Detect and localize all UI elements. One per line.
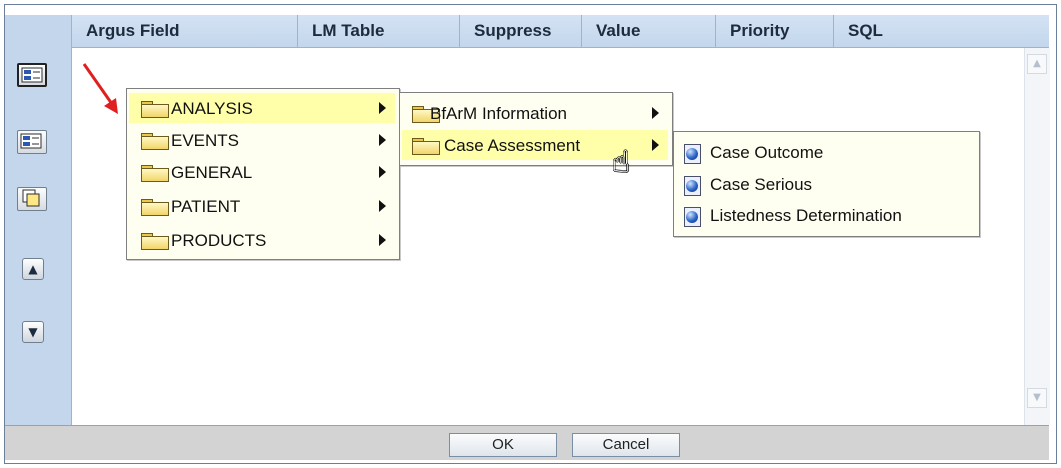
up-arrow-icon: ▲ bbox=[28, 262, 38, 276]
move-up-button[interactable]: ▲ bbox=[22, 258, 44, 280]
scroll-down-button[interactable]: ▼ bbox=[1027, 388, 1047, 408]
submenu-arrow-icon bbox=[379, 234, 386, 246]
ok-button[interactable]: OK bbox=[449, 433, 557, 457]
field-list-icon bbox=[20, 133, 42, 149]
submenu-arrow-icon bbox=[652, 107, 659, 119]
submenu-arrow-icon bbox=[379, 102, 386, 114]
submenu-arrow-icon bbox=[379, 166, 386, 178]
scroll-up-button[interactable]: ▲ bbox=[1027, 54, 1047, 74]
submenu-arrow-icon bbox=[379, 134, 386, 146]
column-argus-field[interactable]: Argus Field bbox=[72, 15, 298, 47]
red-arrow-annotation bbox=[82, 63, 118, 114]
folder-icon bbox=[141, 101, 169, 118]
menu-item-patient[interactable]: PATIENT bbox=[129, 191, 395, 221]
left-toolbar: ▲ ▼ bbox=[5, 15, 72, 425]
folder-icon bbox=[141, 165, 169, 182]
menu-item-case-serious[interactable]: Case Serious bbox=[676, 169, 975, 199]
select-field-button[interactable] bbox=[17, 63, 47, 87]
field-icon bbox=[684, 144, 701, 164]
menu-item-bfarm-information[interactable]: BfArM Information bbox=[402, 98, 668, 128]
field-list-button[interactable] bbox=[17, 130, 47, 154]
menu-item-case-outcome[interactable]: Case Outcome bbox=[676, 137, 975, 167]
field-icon bbox=[684, 176, 701, 196]
copy-icon bbox=[22, 189, 40, 207]
column-lm-table[interactable]: LM Table bbox=[298, 15, 460, 47]
menu-item-products[interactable]: PRODUCTS bbox=[129, 225, 395, 255]
select-field-icon bbox=[21, 67, 43, 83]
folder-icon bbox=[412, 138, 440, 155]
folder-icon bbox=[141, 233, 169, 250]
column-priority[interactable]: Priority bbox=[716, 15, 834, 47]
folder-icon bbox=[141, 199, 169, 216]
column-suppress[interactable]: Suppress bbox=[460, 15, 582, 47]
copy-button[interactable] bbox=[17, 187, 47, 211]
analysis-submenu: BfArM Information Case Assessment bbox=[399, 92, 673, 166]
menu-item-listedness-determination[interactable]: Listedness Determination bbox=[676, 200, 975, 230]
folder-icon bbox=[141, 133, 169, 150]
submenu-arrow-icon bbox=[652, 139, 659, 151]
column-value[interactable]: Value bbox=[582, 15, 716, 47]
menu-item-general[interactable]: GENERAL bbox=[129, 157, 395, 187]
menu-item-events[interactable]: EVENTS bbox=[129, 125, 395, 155]
cancel-button[interactable]: Cancel bbox=[572, 433, 680, 457]
vertical-scrollbar[interactable]: ▲ ▼ bbox=[1024, 48, 1050, 425]
menu-item-analysis[interactable]: ANALYSIS bbox=[129, 93, 395, 123]
field-icon bbox=[684, 207, 701, 227]
column-sql[interactable]: SQL bbox=[834, 15, 1049, 47]
submenu-arrow-icon bbox=[379, 200, 386, 212]
move-down-button[interactable]: ▼ bbox=[22, 321, 44, 343]
case-assessment-submenu: Case Outcome Case Serious Listedness Det… bbox=[673, 131, 980, 237]
hand-cursor-icon: ☝ bbox=[612, 145, 631, 180]
dialog-footer: OK Cancel bbox=[5, 425, 1049, 460]
down-arrow-icon: ▼ bbox=[28, 325, 38, 339]
grid-header: Argus Field LM Table Suppress Value Prio… bbox=[72, 15, 1049, 48]
category-menu: ANALYSIS EVENTS GENERAL PATIENT PRODUCTS bbox=[126, 88, 400, 260]
